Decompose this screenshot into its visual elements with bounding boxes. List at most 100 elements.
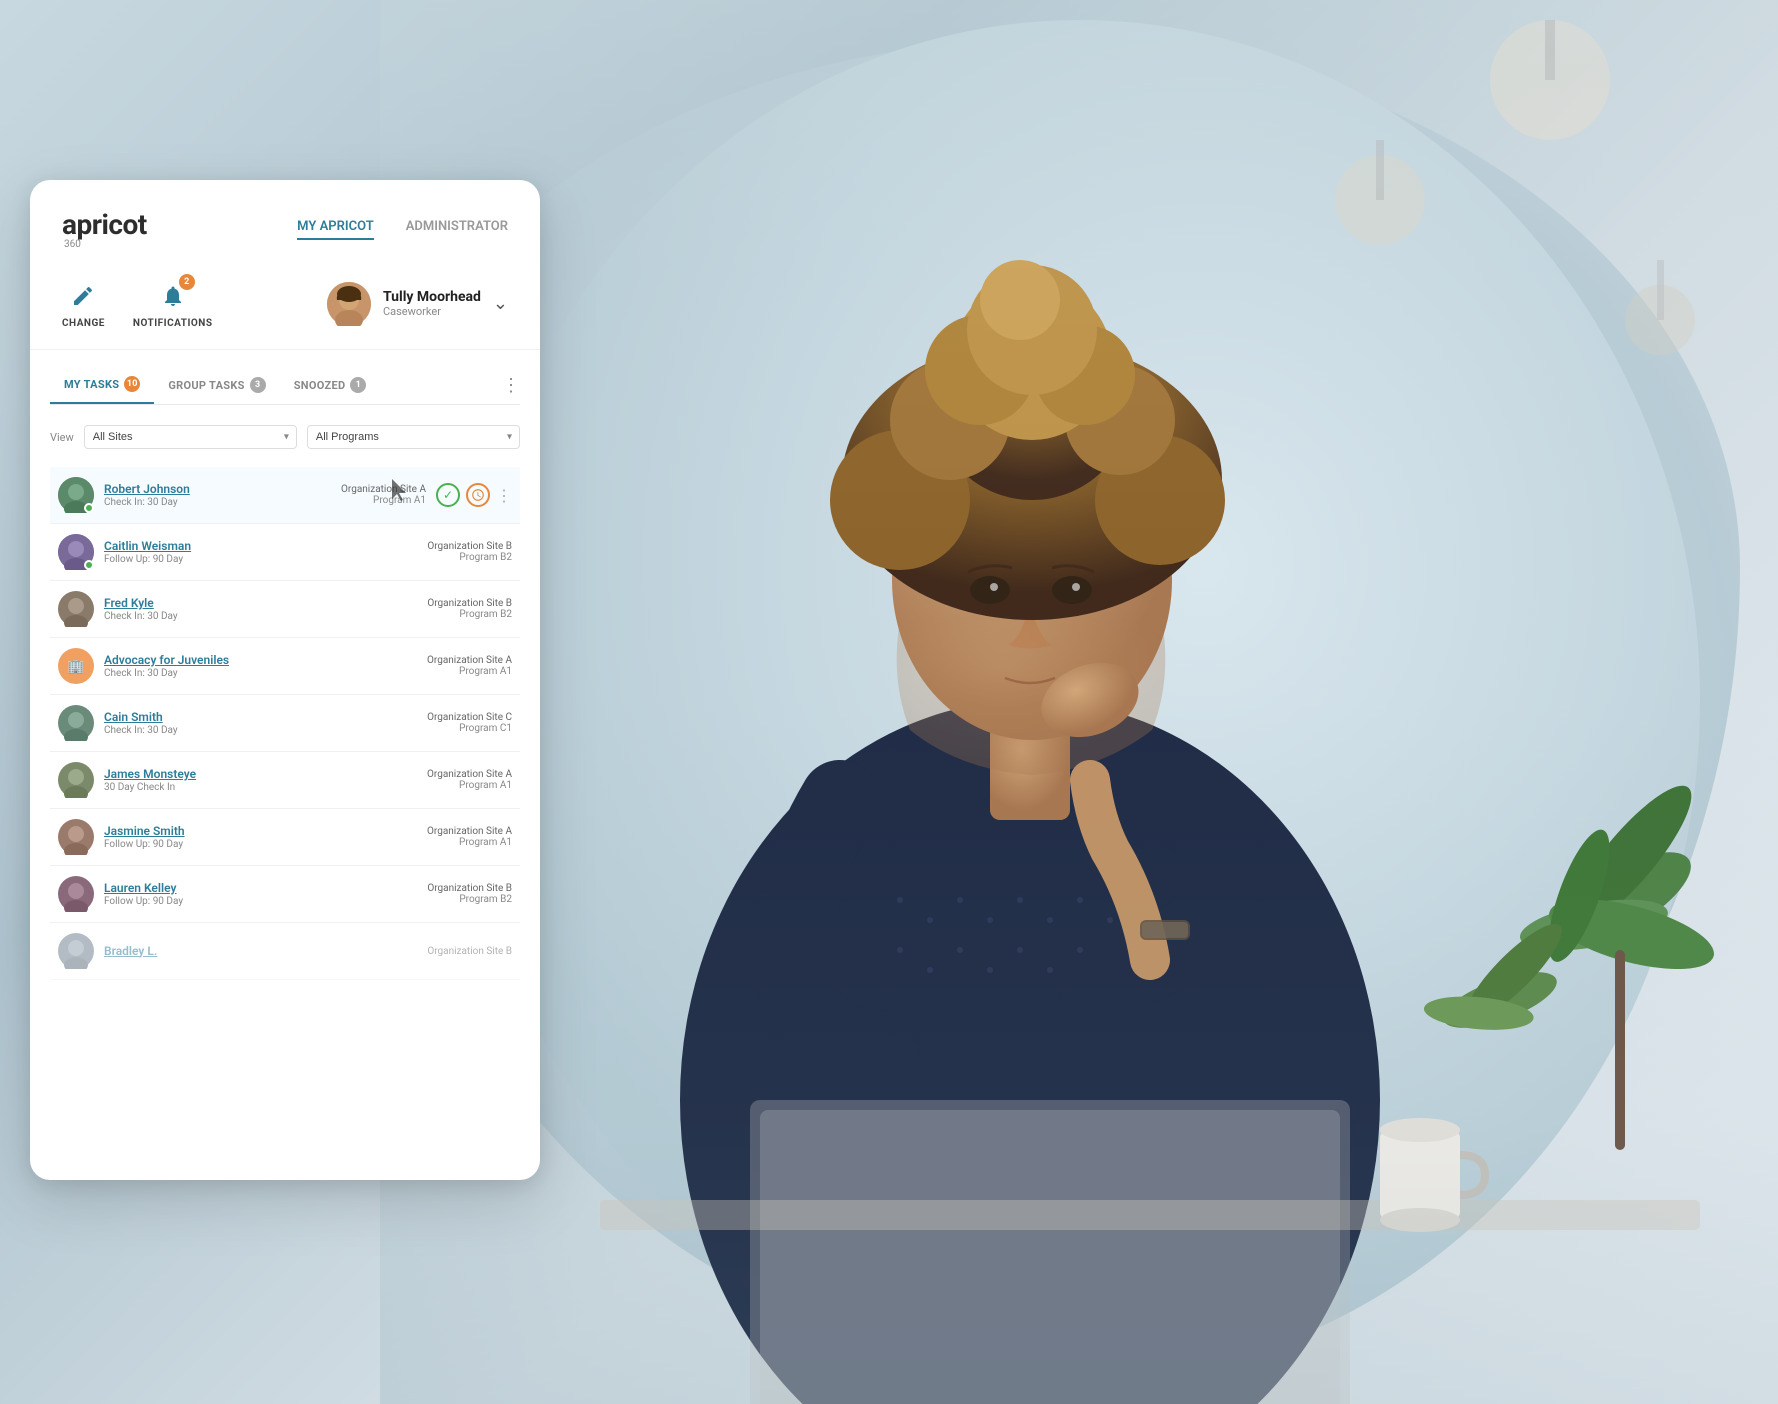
online-indicator <box>84 560 94 570</box>
task-org: Organization Site C Program C1 <box>427 712 512 734</box>
user-profile[interactable]: Tully Moorhead Caseworker ⌄ <box>327 282 508 326</box>
task-info: Bradley L. <box>104 944 417 959</box>
table-row: Caitlin Weisman Follow Up: 90 Day Organi… <box>50 524 520 581</box>
my-tasks-badge: 10 <box>124 376 140 392</box>
task-list: Robert Johnson Check In: 30 Day Organiza… <box>50 467 520 980</box>
programs-filter[interactable]: All Programs <box>307 425 520 449</box>
avatar <box>58 933 94 969</box>
task-client-name[interactable]: Caitlin Weisman <box>104 539 417 553</box>
task-org: Organization Site B <box>427 946 512 957</box>
task-info: Caitlin Weisman Follow Up: 90 Day <box>104 539 417 565</box>
svg-text:🏢: 🏢 <box>67 659 84 675</box>
notifications-label: NOTIFICATIONS <box>133 318 213 329</box>
user-menu-chevron[interactable]: ⌄ <box>493 293 508 314</box>
table-row: Lauren Kelley Follow Up: 90 Day Organiza… <box>50 866 520 923</box>
nav-tabs: MY APRICOT ADMINISTRATOR <box>297 219 508 240</box>
sites-select[interactable]: All Sites <box>84 425 297 449</box>
group-tasks-badge: 3 <box>250 377 266 393</box>
task-org: Organization Site B Program B2 <box>427 541 512 563</box>
task-org: Organization Site A Program A1 <box>427 769 512 791</box>
table-row: Jasmine Smith Follow Up: 90 Day Organiza… <box>50 809 520 866</box>
snoozed-badge: 1 <box>350 377 366 393</box>
sites-filter[interactable]: All Sites <box>84 425 297 449</box>
task-client-name[interactable]: Advocacy for Juveniles <box>104 653 417 667</box>
avatar <box>58 762 94 798</box>
task-org: Organization Site B Program B2 <box>427 883 512 905</box>
view-label: View <box>50 431 74 444</box>
change-action[interactable]: CHANGE <box>62 278 105 329</box>
task-org: Organization Site A Program A1 <box>341 484 426 506</box>
task-org: Organization Site A Program A1 <box>427 826 512 848</box>
task-info: Fred Kyle Check In: 30 Day <box>104 596 417 622</box>
user-info: Tully Moorhead Caseworker <box>383 289 481 318</box>
logo-area: apricot 360 <box>62 208 147 250</box>
programs-select[interactable]: All Programs <box>307 425 520 449</box>
task-client-name[interactable]: Lauren Kelley <box>104 881 417 895</box>
user-bar: CHANGE 2 NOTIFICATIONS <box>62 278 508 329</box>
task-info: Advocacy for Juveniles Check In: 30 Day <box>104 653 417 679</box>
task-type: Follow Up: 90 Day <box>104 554 417 565</box>
row-menu-dots[interactable]: ⋮ <box>496 486 512 505</box>
program-name: Program B2 <box>427 609 512 620</box>
table-row: Cain Smith Check In: 30 Day Organization… <box>50 695 520 752</box>
task-info: Jasmine Smith Follow Up: 90 Day <box>104 824 417 850</box>
card-header: apricot 360 MY APRICOT ADMINISTRATOR CHA… <box>30 180 540 350</box>
task-client-name[interactable]: Jasmine Smith <box>104 824 417 838</box>
snooze-button[interactable] <box>466 483 490 507</box>
cursor-indicator <box>392 479 410 505</box>
org-name: Organization Site B <box>427 598 512 609</box>
task-client-name[interactable]: James Monsteye <box>104 767 417 781</box>
pencil-icon <box>71 284 95 308</box>
task-type: 30 Day Check In <box>104 782 417 793</box>
notifications-action[interactable]: 2 NOTIFICATIONS <box>133 278 213 329</box>
org-name: Organization Site A <box>427 655 512 666</box>
notification-badge: 2 <box>179 274 195 290</box>
avatar <box>58 591 94 627</box>
task-type: Follow Up: 90 Day <box>104 896 417 907</box>
tasks-menu-dots[interactable]: ⋮ <box>502 375 520 396</box>
task-type: Check In: 30 Day <box>104 725 417 736</box>
user-name: Tully Moorhead <box>383 289 481 305</box>
tablet-card: apricot 360 MY APRICOT ADMINISTRATOR CHA… <box>30 180 540 1180</box>
tab-snoozed[interactable]: SNOOZED 1 <box>280 367 381 403</box>
task-client-name[interactable]: Bradley L. <box>104 944 417 958</box>
tab-my-tasks[interactable]: MY TASKS 10 <box>50 366 154 404</box>
tasks-section: MY TASKS 10 GROUP TASKS 3 SNOOZED 1 ⋮ Vi… <box>30 350 540 980</box>
program-name: Program A1 <box>341 495 426 506</box>
task-type: Check In: 30 Day <box>104 497 331 508</box>
task-info: Lauren Kelley Follow Up: 90 Day <box>104 881 417 907</box>
table-row: Fred Kyle Check In: 30 Day Organization … <box>50 581 520 638</box>
table-row: Bradley L. Organization Site B <box>50 923 520 980</box>
task-org: Organization Site A Program A1 <box>427 655 512 677</box>
nav-tab-my-apricot[interactable]: MY APRICOT <box>297 219 374 240</box>
tab-group-tasks[interactable]: GROUP TASKS 3 <box>154 367 279 403</box>
task-actions: ✓ ⋮ <box>436 483 512 507</box>
org-name: Organization Site C <box>427 712 512 723</box>
org-name: Organization Site A <box>341 484 426 495</box>
program-name: Program A1 <box>427 780 512 791</box>
task-type: Follow Up: 90 Day <box>104 839 417 850</box>
program-name: Program C1 <box>427 723 512 734</box>
task-info: Robert Johnson Check In: 30 Day <box>104 482 331 508</box>
logo-nav: apricot 360 MY APRICOT ADMINISTRATOR <box>62 208 508 250</box>
change-label: CHANGE <box>62 318 105 329</box>
task-client-name[interactable]: Fred Kyle <box>104 596 417 610</box>
program-name: Program A1 <box>427 666 512 677</box>
program-name: Program A1 <box>427 837 512 848</box>
task-client-name[interactable]: Robert Johnson <box>104 482 331 496</box>
change-icon-wrapper <box>65 278 101 314</box>
nav-tab-administrator[interactable]: ADMINISTRATOR <box>406 219 508 240</box>
org-name: Organization Site B <box>427 946 512 957</box>
task-org: Organization Site B Program B2 <box>427 598 512 620</box>
online-indicator <box>84 503 94 513</box>
avatar <box>58 876 94 912</box>
task-client-name[interactable]: Cain Smith <box>104 710 417 724</box>
logo-version: 360 <box>62 239 147 250</box>
table-row: Robert Johnson Check In: 30 Day Organiza… <box>50 467 520 524</box>
task-info: James Monsteye 30 Day Check In <box>104 767 417 793</box>
org-name: Organization Site A <box>427 826 512 837</box>
org-name: Organization Site B <box>427 541 512 552</box>
complete-button[interactable]: ✓ <box>436 483 460 507</box>
program-name: Program B2 <box>427 552 512 563</box>
bell-icon-wrapper: 2 <box>155 278 191 314</box>
